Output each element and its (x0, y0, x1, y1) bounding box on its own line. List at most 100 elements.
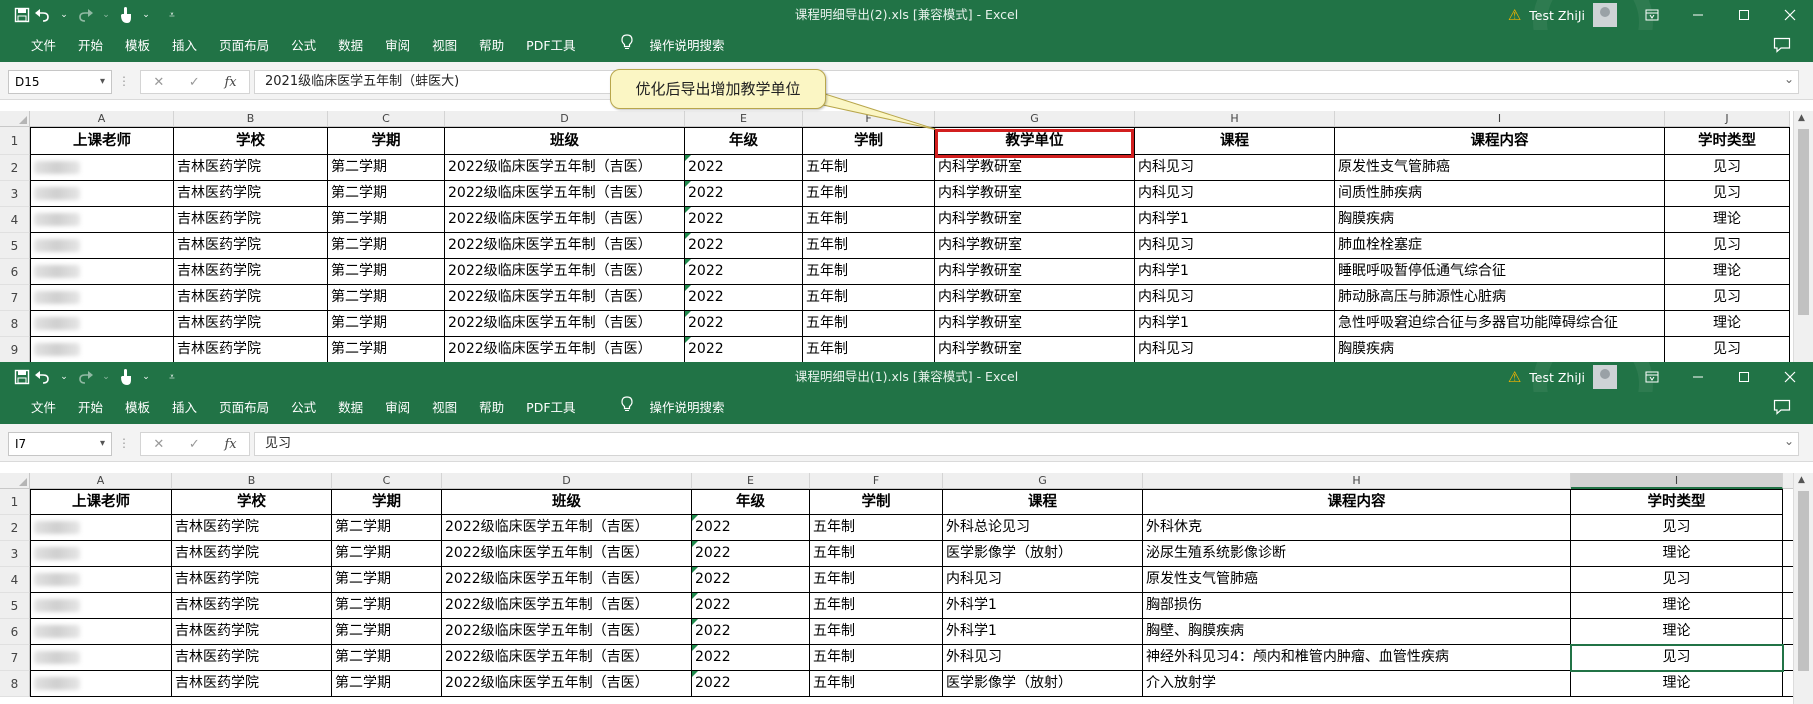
cell-B8[interactable]: 吉林医药学院 (174, 311, 328, 337)
cell-E8[interactable]: 2022 (692, 671, 810, 697)
cell-A4[interactable] (30, 207, 174, 233)
cell-D3[interactable]: 2022级临床医学五年制（吉医） (445, 181, 685, 207)
cell-A9[interactable] (30, 337, 174, 362)
touch-mode-icon[interactable] (118, 366, 134, 388)
header-cell-A[interactable]: 上课老师 (30, 489, 172, 515)
formula-input[interactable]: 2021级临床医学五年制（蚌医大) (254, 68, 1799, 94)
user-avatar-icon[interactable] (1593, 365, 1617, 389)
scroll-up-icon[interactable]: ▲ (1798, 475, 1805, 485)
cell-I6[interactable]: 理论 (1571, 619, 1783, 645)
cell-J8[interactable]: 理论 (1665, 311, 1790, 337)
cell-G5[interactable]: 内科学教研室 (935, 233, 1135, 259)
cell-A4[interactable] (30, 567, 172, 593)
cell-F2[interactable]: 五年制 (803, 155, 935, 181)
cell-B3[interactable]: 吉林医药学院 (172, 541, 332, 567)
tab-7[interactable]: 审阅 (374, 392, 421, 424)
cell-G7[interactable]: 外科见习 (943, 645, 1143, 671)
cell-B4[interactable]: 吉林医药学院 (174, 207, 328, 233)
cell-F8[interactable]: 五年制 (803, 311, 935, 337)
cell-H4[interactable]: 原发性支气管肺癌 (1143, 567, 1571, 593)
tab-5[interactable]: 公式 (280, 30, 327, 62)
tab-7[interactable]: 审阅 (374, 30, 421, 62)
cell-C2[interactable]: 第二学期 (328, 155, 445, 181)
cell-J9[interactable]: 见习 (1665, 337, 1790, 362)
header-cell-H[interactable]: 课程内容 (1143, 489, 1571, 515)
cell-F5[interactable]: 五年制 (810, 593, 943, 619)
cell-G4[interactable]: 内科见习 (943, 567, 1143, 593)
cell-G4[interactable]: 内科学教研室 (935, 207, 1135, 233)
cell-G6[interactable]: 内科学教研室 (935, 259, 1135, 285)
close-icon[interactable] (1767, 0, 1813, 30)
cell-D4[interactable]: 2022级临床医学五年制（吉医） (442, 567, 692, 593)
cell-J2[interactable]: 见习 (1665, 155, 1790, 181)
column-header-E[interactable]: E (692, 473, 810, 489)
tab-2[interactable]: 模板 (114, 30, 161, 62)
formula-input[interactable]: 见习 (254, 430, 1799, 456)
tab-5[interactable]: 公式 (280, 392, 327, 424)
tab-6[interactable]: 数据 (327, 30, 374, 62)
cell-F6[interactable]: 五年制 (803, 259, 935, 285)
cell-H5[interactable]: 胸部损伤 (1143, 593, 1571, 619)
user-name[interactable]: Test ZhiJi (1529, 370, 1585, 385)
column-header-F[interactable]: F (803, 111, 935, 127)
row-header-2[interactable]: 2 (0, 515, 30, 541)
cell-H8[interactable]: 内科学1 (1135, 311, 1335, 337)
cancel-icon[interactable]: ✕ (153, 437, 164, 452)
cell-J4[interactable]: 理论 (1665, 207, 1790, 233)
function-icon[interactable]: fx (224, 437, 236, 452)
cell-F9[interactable]: 五年制 (803, 337, 935, 362)
cell-C2[interactable]: 第二学期 (332, 515, 442, 541)
minimize-icon[interactable] (1675, 362, 1721, 392)
cell-H6[interactable]: 胸壁、胸膜疾病 (1143, 619, 1571, 645)
close-icon[interactable] (1767, 362, 1813, 392)
cell-I3[interactable]: 间质性肺疾病 (1335, 181, 1665, 207)
cell-H3[interactable]: 泌尿生殖系统影像诊断 (1143, 541, 1571, 567)
header-cell-F[interactable]: 学制 (803, 127, 935, 155)
cell-G3[interactable]: 医学影像学（放射） (943, 541, 1143, 567)
cell-J6[interactable]: 理论 (1665, 259, 1790, 285)
column-header-B[interactable]: B (172, 473, 332, 489)
touch-mode-icon[interactable] (118, 4, 134, 26)
cell-F2[interactable]: 五年制 (810, 515, 943, 541)
row-header-9[interactable]: 9 (0, 337, 30, 362)
cell-A2[interactable] (30, 515, 172, 541)
column-header-I[interactable]: I (1571, 473, 1783, 489)
scroll-up-icon[interactable]: ▲ (1798, 113, 1805, 123)
header-cell-D[interactable]: 班级 (442, 489, 692, 515)
cell-A5[interactable] (30, 233, 174, 259)
column-header-H[interactable]: H (1143, 473, 1571, 489)
cell-I7[interactable]: 肺动脉高压与肺源性心脏病 (1335, 285, 1665, 311)
row-header-7[interactable]: 7 (0, 645, 30, 671)
header-cell-I[interactable]: 学时类型 (1571, 489, 1783, 515)
tab-0[interactable]: 文件 (20, 30, 67, 62)
scroll-thumb[interactable] (1798, 129, 1809, 315)
ribbon-display-icon[interactable] (1629, 362, 1675, 392)
cell-F3[interactable]: 五年制 (803, 181, 935, 207)
cell-H7[interactable]: 内科见习 (1135, 285, 1335, 311)
row-header-3[interactable]: 3 (0, 181, 30, 207)
select-all-corner[interactable] (0, 111, 30, 127)
cell-E6[interactable]: 2022 (685, 259, 803, 285)
cancel-icon[interactable]: ✕ (153, 75, 164, 90)
touch-dropdown-icon[interactable]: ⌄ (138, 4, 154, 26)
cell-E5[interactable]: 2022 (685, 233, 803, 259)
header-cell-D[interactable]: 班级 (445, 127, 685, 155)
cell-G8[interactable]: 内科学教研室 (935, 311, 1135, 337)
cell-C8[interactable]: 第二学期 (328, 311, 445, 337)
cell-A7[interactable] (30, 285, 174, 311)
cell-D6[interactable]: 2022级临床医学五年制（吉医） (442, 619, 692, 645)
cell-E7[interactable]: 2022 (685, 285, 803, 311)
cell-F7[interactable]: 五年制 (810, 645, 943, 671)
worksheet-grid[interactable]: A B C D E F G H I 1 2 3 4 5 6 7 8 上课老师 学校 学期 班级 年级 学制 课程 课程内容 学时类… (0, 473, 1813, 704)
undo-icon[interactable] (34, 4, 52, 26)
cell-C6[interactable]: 第二学期 (332, 619, 442, 645)
tab-10[interactable]: PDF工具 (515, 30, 586, 62)
active-cell-I7[interactable] (1570, 644, 1784, 672)
header-cell-C[interactable]: 学期 (328, 127, 445, 155)
cell-E6[interactable]: 2022 (692, 619, 810, 645)
cell-B7[interactable]: 吉林医药学院 (172, 645, 332, 671)
cell-D6[interactable]: 2022级临床医学五年制（吉医） (445, 259, 685, 285)
cell-H8[interactable]: 介入放射学 (1143, 671, 1571, 697)
column-header-A[interactable]: A (30, 473, 172, 489)
header-cell-B[interactable]: 学校 (174, 127, 328, 155)
